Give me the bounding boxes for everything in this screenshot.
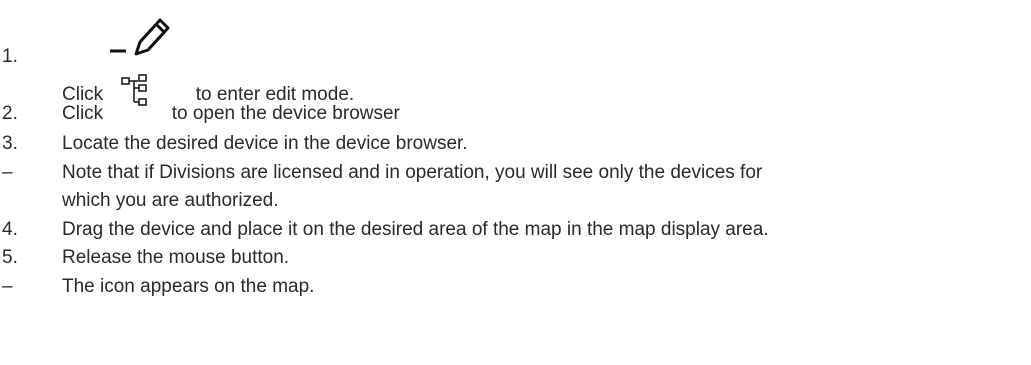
step-number: 5.	[2, 247, 18, 268]
instruction-page: { "steps": [ {"marker": "1.", "before_ic…	[0, 0, 1031, 365]
step-text: Drag the device and place it on the desi…	[62, 219, 769, 240]
step-text: Locate the desired device in the device …	[62, 133, 468, 154]
step-number: 4.	[2, 219, 18, 240]
open-device-browser-text: to open the device browser	[171, 103, 400, 124]
note-line-1: Note that if Divisions are licensed and …	[62, 162, 763, 183]
device-tree-icon	[110, 74, 160, 125]
click-label: Click	[62, 103, 104, 124]
note-line-2: which you are authorized.	[62, 190, 279, 211]
step-text: Click to enter edit mode.	[62, 18, 355, 106]
dash-marker: –	[2, 162, 13, 183]
enter-edit-mode-text: to enter edit mode.	[195, 84, 355, 105]
step-number: 2.	[2, 103, 18, 124]
result-text: The icon appears on the map.	[62, 276, 315, 297]
step-text: Release the mouse button.	[62, 247, 290, 268]
dash-marker: –	[2, 276, 13, 297]
step-number: 3.	[2, 133, 18, 154]
step-number: 1.	[2, 46, 18, 67]
step-text: Click to open the device browser	[62, 74, 400, 125]
click-label: Click	[62, 84, 104, 105]
